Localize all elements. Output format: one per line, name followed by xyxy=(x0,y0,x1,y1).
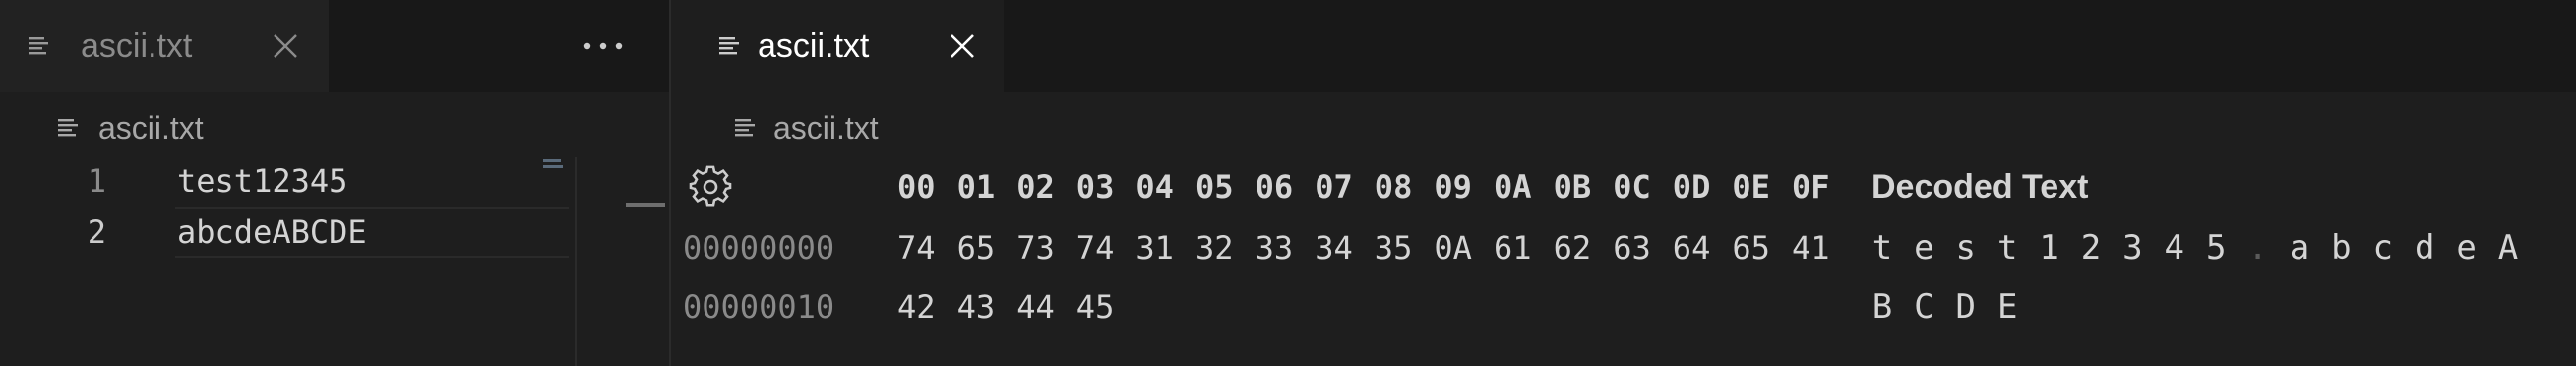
decoded-char-cell[interactable]: C xyxy=(1903,281,1944,333)
hex-byte-cell[interactable]: 32 xyxy=(1196,222,1234,274)
hex-column-label: 0F xyxy=(1792,168,1830,206)
hex-byte-cell[interactable]: 74 xyxy=(897,222,936,274)
hex-column-label: 08 xyxy=(1374,168,1413,206)
tab-label: ascii.txt xyxy=(758,28,870,65)
hex-column-label: 0C xyxy=(1613,168,1651,206)
hex-byte-cell[interactable]: 34 xyxy=(1315,222,1353,274)
breadcrumb-label: ascii.txt xyxy=(98,110,204,146)
left-tab-strip: ascii.txt xyxy=(0,0,669,92)
hex-column-label: 03 xyxy=(1075,168,1115,206)
line-number: 1 xyxy=(87,162,106,200)
breadcrumb[interactable]: ascii.txt xyxy=(0,106,669,150)
code-line[interactable]: abcdeABCDE xyxy=(177,207,367,258)
hex-column-label: 09 xyxy=(1434,168,1472,206)
tab-label: ascii.txt xyxy=(81,28,193,65)
hex-column-label: 00 xyxy=(897,168,936,206)
hex-byte-cell[interactable]: 61 xyxy=(1494,222,1532,274)
close-icon[interactable] xyxy=(272,32,299,60)
hex-byte-cell[interactable]: 41 xyxy=(1792,222,1830,274)
hex-column-label: 01 xyxy=(956,168,996,206)
decoded-char-cell[interactable]: e xyxy=(1903,222,1944,274)
hex-byte-cell[interactable]: 33 xyxy=(1256,222,1294,274)
hex-byte-cell[interactable]: 44 xyxy=(1016,281,1055,333)
hex-byte-cell[interactable]: 74 xyxy=(1076,222,1115,274)
editor-window: ascii.txt ascii.txt 1 test12345 2 abcdeA… xyxy=(0,0,2576,366)
hex-column-label: 0D xyxy=(1672,168,1711,206)
lines-file-icon xyxy=(29,37,48,55)
line-number: 2 xyxy=(87,214,106,251)
decoded-char-cell[interactable]: t xyxy=(1862,222,1903,274)
hex-column-label: 0E xyxy=(1732,168,1770,206)
breadcrumb[interactable]: ascii.txt xyxy=(671,106,2576,150)
hex-byte-cell[interactable]: 45 xyxy=(1076,281,1115,333)
hex-byte-cell[interactable]: 65 xyxy=(1732,222,1770,274)
hex-column-label: 02 xyxy=(1016,168,1055,206)
tab-ascii-txt-right[interactable]: ascii.txt xyxy=(671,0,1004,92)
decoded-char-cell[interactable]: c xyxy=(2362,222,2404,274)
lines-file-icon xyxy=(58,119,78,137)
decoded-char-cell[interactable]: 3 xyxy=(2112,222,2153,274)
decoded-char-cell[interactable]: 1 xyxy=(2029,222,2070,274)
gear-icon[interactable] xyxy=(689,165,732,209)
lines-file-icon xyxy=(719,37,739,55)
minimap-line xyxy=(543,159,561,162)
decoded-char-cell[interactable]: s xyxy=(1945,222,1987,274)
right-editor-group: ascii.txt ascii.txt 00 01 02 03 04 05 06 07 08 09… xyxy=(671,0,2576,366)
decoded-char-cell[interactable]: 4 xyxy=(2154,222,2195,274)
decoded-char-cell[interactable]: a xyxy=(2279,222,2320,274)
hex-byte-cell[interactable]: 0A xyxy=(1434,222,1472,274)
hex-column-label: 0B xyxy=(1553,168,1592,206)
decoded-char-cell[interactable]: A xyxy=(2487,222,2529,274)
lines-file-icon xyxy=(735,119,755,137)
hex-column-label: 06 xyxy=(1255,168,1294,206)
hex-byte-cell[interactable]: 73 xyxy=(1016,222,1055,274)
minimap-line xyxy=(543,165,563,168)
hex-byte-cell[interactable]: 62 xyxy=(1554,222,1592,274)
decoded-char-cell[interactable]: D xyxy=(1945,281,1987,333)
hex-byte-cell[interactable]: 64 xyxy=(1673,222,1711,274)
decoded-char-cell[interactable]: t xyxy=(1987,222,2028,274)
hex-column-label: 07 xyxy=(1315,168,1353,206)
hex-column-label: 04 xyxy=(1135,168,1174,206)
decoded-char-cell[interactable]: 5 xyxy=(2195,222,2237,274)
hex-column-label: 05 xyxy=(1196,168,1234,206)
close-icon[interactable] xyxy=(949,32,976,60)
decoded-char-cell[interactable]: E xyxy=(1987,281,2028,333)
row-offset: 00000010 xyxy=(683,288,835,326)
hex-byte-cell[interactable]: 31 xyxy=(1135,222,1174,274)
left-editor-group: ascii.txt ascii.txt 1 test12345 2 abcdeA… xyxy=(0,0,669,366)
ellipsis-icon[interactable] xyxy=(581,30,626,63)
hex-byte-cell[interactable]: 43 xyxy=(957,281,996,333)
decoded-char-cell[interactable]: B xyxy=(1862,281,1903,333)
breadcrumb-label: ascii.txt xyxy=(773,110,879,146)
decoded-char-cell[interactable]: . xyxy=(2238,222,2279,274)
decoded-char-cell[interactable]: e xyxy=(2446,222,2487,274)
hex-byte-cell[interactable]: 65 xyxy=(957,222,996,274)
decoded-char-cell[interactable]: d xyxy=(2404,222,2445,274)
hex-byte-cell[interactable]: 63 xyxy=(1613,222,1651,274)
scrollbar-thumb[interactable] xyxy=(626,203,665,207)
decoded-char-cell[interactable]: 2 xyxy=(2070,222,2112,274)
minimap[interactable] xyxy=(543,157,669,366)
right-tab-strip: ascii.txt xyxy=(671,0,2576,92)
hex-column-label: 0A xyxy=(1494,168,1532,206)
decoded-text-header: Decoded Text xyxy=(1871,168,2089,206)
tab-ascii-txt-left[interactable]: ascii.txt xyxy=(0,0,329,92)
hex-byte-cell[interactable]: 35 xyxy=(1375,222,1413,274)
row-offset: 00000000 xyxy=(683,229,835,267)
code-line[interactable]: test12345 xyxy=(177,155,347,207)
hex-byte-cell[interactable]: 42 xyxy=(897,281,936,333)
decoded-char-cell[interactable]: b xyxy=(2320,222,2361,274)
